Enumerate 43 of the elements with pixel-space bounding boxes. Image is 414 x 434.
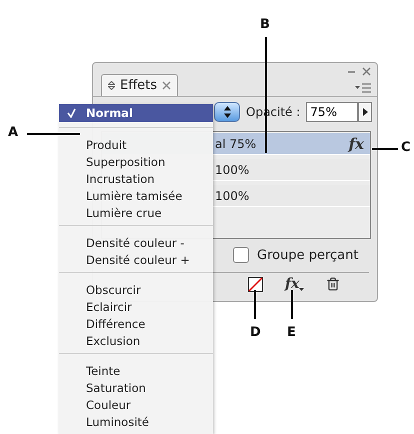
menu-item[interactable]: Teinte — [59, 362, 213, 379]
blend-mode-stepper[interactable] — [214, 102, 240, 122]
effects-tab[interactable]: Effets — [101, 74, 178, 96]
callout-label: D — [250, 325, 261, 340]
opacity-field[interactable]: 75% — [306, 102, 358, 122]
menu-item[interactable]: Eclaircir — [59, 298, 213, 315]
menu-item[interactable]: Exclusion — [59, 332, 213, 349]
panel-menu-icon[interactable] — [355, 83, 371, 93]
up-down-arrows-icon — [224, 106, 230, 118]
callout-label: E — [287, 325, 296, 340]
caret-icon — [299, 288, 304, 292]
close-icon[interactable] — [162, 81, 172, 90]
menu-item[interactable]: Normal — [59, 104, 213, 122]
leader-line — [291, 290, 292, 319]
menu-item[interactable]: Lumière crue — [59, 204, 213, 221]
leader-line — [27, 133, 80, 134]
leader-line — [254, 290, 256, 319]
close-icon[interactable] — [362, 67, 371, 76]
tab-title: Effets — [120, 78, 158, 93]
opacity-slider-button[interactable] — [358, 102, 372, 122]
knockout-label: Groupe perçant — [257, 248, 358, 262]
up-down-arrows-icon — [108, 81, 115, 90]
menu-item[interactable]: Obscurcir — [59, 281, 213, 298]
fx-label: fx — [348, 134, 364, 152]
menu-item[interactable]: Luminosité — [59, 413, 213, 430]
row-text: 100% — [215, 188, 250, 202]
row-text: al 75% — [215, 136, 256, 150]
menu-item[interactable]: Densité couleur + — [59, 251, 213, 268]
add-effect-button[interactable]: fx — [285, 276, 304, 292]
row-text: 100% — [215, 162, 250, 176]
menu-item[interactable]: Couleur — [59, 396, 213, 413]
clear-effects-icon[interactable] — [248, 276, 263, 292]
knockout-checkbox[interactable] — [233, 247, 249, 263]
leader-line — [372, 148, 398, 150]
trash-icon[interactable] — [326, 277, 340, 291]
menu-item[interactable]: Différence — [59, 315, 213, 332]
callout-label: A — [8, 125, 18, 140]
menu-item[interactable]: Saturation — [59, 379, 213, 396]
callout-label: B — [260, 17, 270, 32]
play-arrow-icon — [362, 108, 368, 116]
callout-label: C — [401, 140, 411, 155]
menu-item[interactable]: Densité couleur - — [59, 234, 213, 251]
checkmark-icon — [67, 108, 76, 118]
